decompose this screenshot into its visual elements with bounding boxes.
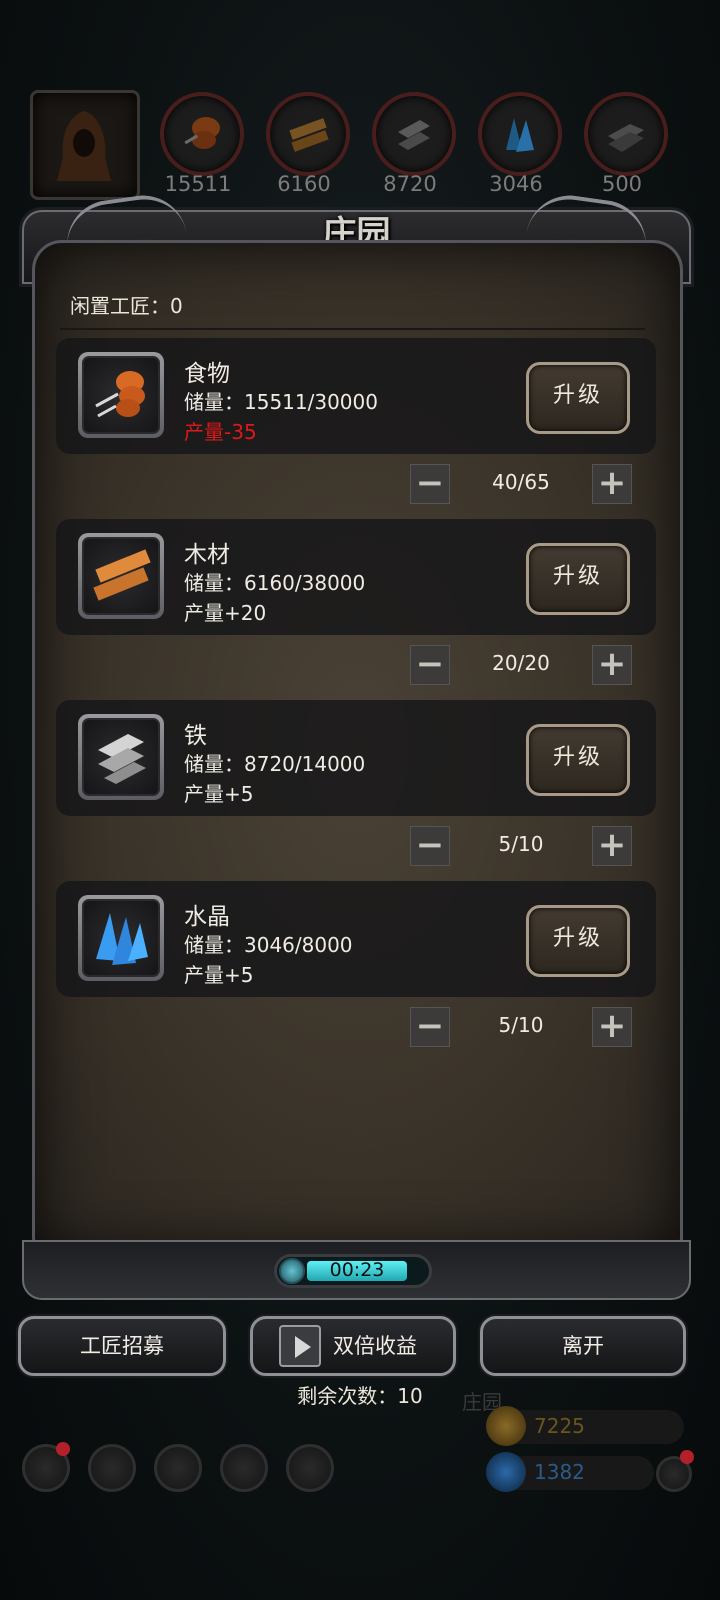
wood-icon-frame [78, 533, 164, 619]
iron-ingot-icon [98, 734, 146, 784]
wood-resource [266, 92, 350, 176]
gem-value: 1382 [534, 1460, 585, 1484]
hooded-figure-icon [57, 111, 111, 181]
minus-button[interactable]: − [410, 826, 450, 866]
minus-button[interactable]: − [410, 1007, 450, 1047]
crystal-icon-frame [78, 895, 164, 981]
worker-count: 20/20 [492, 651, 550, 675]
divider [60, 328, 645, 330]
wood-count: 6160 [277, 172, 331, 196]
resource-storage: 储量：8720/14000 [184, 752, 366, 776]
clock-icon [279, 1258, 305, 1284]
food-resource [160, 92, 244, 176]
food-count: 15511 [164, 172, 232, 196]
drumstick-icon [95, 371, 145, 418]
worker-count: 5/10 [498, 1013, 544, 1037]
double-reward-label: 双倍收益 [333, 1334, 417, 1358]
crystal-icon [96, 913, 148, 965]
crystal-icon [506, 118, 534, 152]
plus-button[interactable]: + [592, 464, 632, 504]
play-video-icon [279, 1325, 321, 1367]
building-icon[interactable] [154, 1444, 202, 1492]
resource-row-crystal: 水晶 储量：3046/8000 产量+5 升级 [56, 881, 656, 997]
resource-bar: 15511 6160 8720 3046 500 [0, 90, 720, 200]
timer-bar: 00:23 [274, 1254, 432, 1288]
double-reward-button[interactable]: 双倍收益 [250, 1316, 456, 1376]
resource-storage: 储量：3046/8000 [184, 933, 353, 957]
minus-button[interactable]: − [410, 645, 450, 685]
worker-count: 40/65 [492, 470, 550, 494]
manor-panel: 庄园 闲置工匠：0 食物 储量：15511/30000 产量-35 升级 − 4… [22, 210, 691, 1300]
upgrade-button-iron[interactable]: 升级 [526, 724, 630, 796]
wood-plank-icon [289, 118, 329, 152]
crystal-resource [478, 92, 562, 176]
resource-row-wood: 木材 储量：6160/38000 产量+20 升级 [56, 519, 656, 635]
iron-resource [372, 92, 456, 176]
worker-stepper-iron: − 5/10 + [410, 826, 632, 866]
stone-resource [584, 92, 668, 176]
crystal-count: 3046 [489, 172, 543, 196]
remaining-count: 剩余次数：10 [297, 1384, 423, 1408]
wood-plank-icon [93, 549, 151, 601]
timer-text: 00:23 [329, 1259, 385, 1281]
notification-dot [56, 1442, 70, 1456]
resource-name: 铁 [184, 723, 207, 749]
resource-storage: 储量：15511/30000 [184, 390, 378, 414]
notification-dot [680, 1450, 694, 1464]
gem-counter: 1382 [486, 1452, 654, 1492]
food-icon-frame [78, 352, 164, 438]
upgrade-button-food[interactable]: 升级 [526, 362, 630, 434]
resource-name: 水晶 [184, 904, 230, 930]
worker-stepper-food: − 40/65 + [410, 464, 632, 504]
stone-block-icon [608, 124, 644, 152]
iron-icon-frame [78, 714, 164, 800]
resource-production: 产量+20 [184, 601, 267, 625]
plus-button[interactable]: + [592, 1007, 632, 1047]
gem-icon [486, 1452, 526, 1492]
hero-portrait[interactable] [30, 90, 140, 200]
resource-production: 产量+5 [184, 782, 254, 806]
resource-production: 产量+5 [184, 963, 254, 987]
resource-storage: 储量：6160/38000 [184, 571, 366, 595]
minus-button[interactable]: − [410, 464, 450, 504]
map-icon[interactable] [220, 1444, 268, 1492]
resource-name: 木材 [184, 542, 230, 568]
bag-icon[interactable] [286, 1444, 334, 1492]
iron-ingot-icon [398, 120, 430, 150]
stone-count: 500 [601, 172, 643, 196]
gold-value: 7225 [534, 1414, 585, 1438]
resource-name: 食物 [184, 361, 230, 387]
leave-button[interactable]: 离开 [480, 1316, 686, 1376]
worker-stepper-wood: − 20/20 + [410, 645, 632, 685]
drumstick-icon [184, 117, 220, 149]
worker-count: 5/10 [498, 832, 544, 856]
upgrade-button-wood[interactable]: 升级 [526, 543, 630, 615]
hero-icon[interactable] [88, 1444, 136, 1492]
upgrade-button-crystal[interactable]: 升级 [526, 905, 630, 977]
recruit-button[interactable]: 工匠招募 [18, 1316, 226, 1376]
iron-count: 8720 [383, 172, 437, 196]
gold-icon [486, 1406, 526, 1446]
worker-stepper-crystal: − 5/10 + [410, 1007, 632, 1047]
resource-production: 产量-35 [184, 420, 257, 444]
idle-workers-label: 闲置工匠：0 [70, 294, 183, 318]
plus-button[interactable]: + [592, 645, 632, 685]
gold-counter: 7225 [486, 1406, 684, 1446]
resource-row-iron: 铁 储量：8720/14000 产量+5 升级 [56, 700, 656, 816]
plus-button[interactable]: + [592, 826, 632, 866]
resource-row-food: 食物 储量：15511/30000 产量-35 升级 [56, 338, 656, 454]
